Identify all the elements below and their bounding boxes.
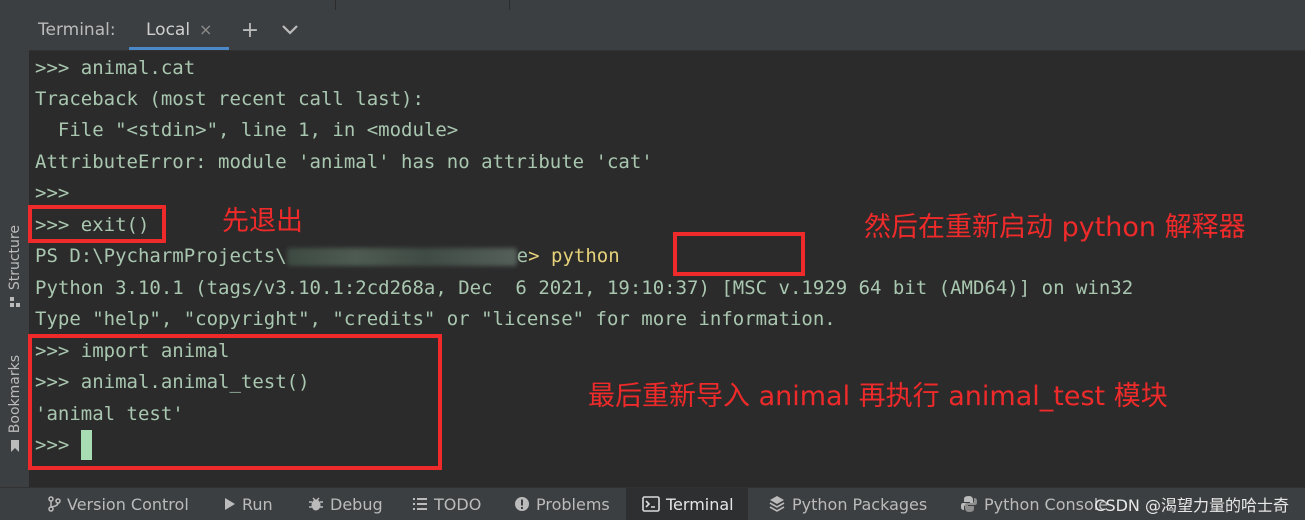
structure-tool-tab[interactable]: Structure: [0, 225, 29, 308]
terminal-line: Python 3.10.1 (tags/v3.10.1:2cd268a, Dec…: [35, 277, 1134, 299]
bookmarks-tab-label: Bookmarks: [6, 355, 23, 434]
problems-label: Problems: [536, 494, 610, 514]
ps-path: PS D:\PycharmProjects\: [35, 245, 287, 267]
top-strip-segment: [0, 0, 336, 10]
close-icon[interactable]: ×: [199, 20, 212, 39]
python-highlight-box: [673, 232, 805, 276]
left-tool-stripe: Structure Bookmarks: [0, 10, 30, 487]
annotation-import: 最后重新导入 animal 再执行 animal_test 模块: [588, 381, 1168, 412]
python-console-label: Python Console: [984, 494, 1109, 514]
tab-local[interactable]: Local ×: [129, 10, 229, 50]
tab-local-label: Local: [146, 20, 191, 40]
debug-tab[interactable]: Debug: [308, 488, 383, 520]
redacted-path: [286, 247, 517, 266]
version-control-label: Version Control: [67, 494, 189, 514]
terminal-line: Type "help", "copyright", "credits" or "…: [35, 308, 836, 330]
python-icon: [961, 496, 977, 512]
run-icon: [225, 498, 235, 510]
packages-icon: [769, 496, 785, 512]
todo-label: TODO: [434, 494, 482, 514]
terminal-line: Traceback (most recent call last):: [35, 88, 424, 110]
python-packages-label: Python Packages: [792, 494, 928, 514]
active-tab-indicator: [129, 47, 229, 50]
bug-icon: [309, 497, 323, 511]
terminal-title: Terminal:: [38, 20, 116, 40]
terminal-line-ps-prompt: PS D:\PycharmProjects\ e> python: [35, 241, 620, 271]
branch-icon: [48, 496, 61, 512]
version-control-tab[interactable]: Version Control: [47, 488, 189, 520]
terminal-line: >>>: [35, 182, 70, 204]
bookmark-icon: [10, 440, 19, 453]
plus-icon: +: [240, 17, 260, 43]
structure-icon: [9, 297, 20, 308]
annotation-restart: 然后在重新启动 python 解释器: [864, 212, 1246, 243]
bottom-tool-bar: Version Control Run Debug TODO Problems …: [0, 487, 1305, 520]
structure-tab-label: Structure: [6, 225, 23, 291]
terminal-header: Terminal: Local × +: [29, 10, 1305, 51]
todo-tab[interactable]: TODO: [412, 488, 481, 520]
top-strip-segment: [336, 0, 510, 10]
bookmarks-tool-tab[interactable]: Bookmarks: [0, 355, 29, 453]
terminal-tab-label: Terminal: [666, 494, 734, 514]
list-icon: [413, 498, 427, 510]
problems-tab[interactable]: Problems: [514, 488, 610, 520]
terminal-line: AttributeError: module 'animal' has no a…: [35, 151, 653, 173]
annotation-exit: 先退出: [222, 206, 303, 237]
terminal-tab[interactable]: Terminal: [626, 488, 748, 520]
run-tab[interactable]: Run: [224, 488, 273, 520]
debug-label: Debug: [330, 494, 383, 514]
new-session-button[interactable]: +: [237, 16, 263, 44]
problems-icon: [515, 497, 529, 511]
sessions-dropdown-button[interactable]: [277, 16, 303, 44]
run-label: Run: [242, 494, 273, 514]
python-console-tab[interactable]: Python Console: [960, 488, 1108, 520]
python-command: > python: [528, 245, 620, 267]
csdn-watermark: CSDN @渴望力量的哈士奇: [1094, 496, 1289, 515]
chevron-down-icon: [282, 25, 298, 35]
exit-highlight-box: [28, 205, 166, 243]
ps-path-tail: e: [516, 245, 529, 267]
terminal-line: File "<stdin>", line 1, in <module>: [35, 119, 459, 141]
python-packages-tab[interactable]: Python Packages: [768, 488, 927, 520]
terminal-icon: [642, 496, 660, 512]
import-highlight-box: [28, 334, 442, 470]
terminal-line: >>> animal.cat: [35, 57, 196, 79]
